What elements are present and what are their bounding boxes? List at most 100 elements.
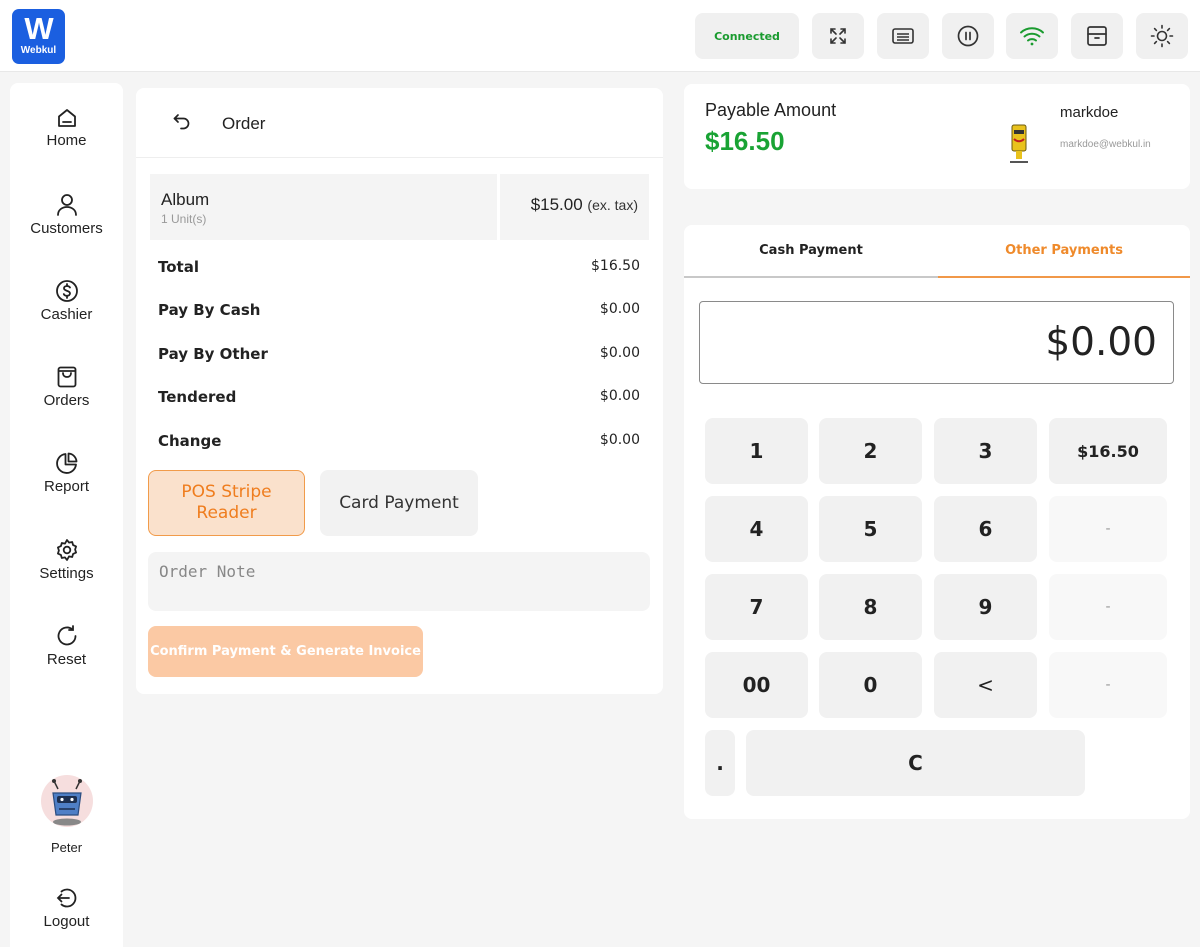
order-header: Order [136, 88, 663, 158]
summary-value: $16.50 [591, 258, 640, 274]
customer-avatar-icon [1010, 124, 1028, 163]
item-price-cell: $15.00 (ex. tax) [500, 174, 649, 240]
keypad-00[interactable]: 00 [705, 652, 808, 718]
card-payment-button[interactable]: Card Payment [320, 470, 478, 536]
gear-icon [56, 539, 77, 561]
keypad-0[interactable]: 0 [819, 652, 922, 718]
clear-button[interactable]: C [746, 730, 1085, 796]
summary-label: Pay By Cash [158, 301, 261, 319]
sidebar-item-cashier[interactable]: Cashier [10, 279, 123, 323]
bag-icon [57, 366, 76, 388]
item-tax-note: (ex. tax) [587, 197, 638, 213]
summary-value: $0.00 [599, 432, 640, 448]
item-price: $15.00 (ex. tax) [531, 195, 638, 215]
quick-amount-empty[interactable]: - [1049, 652, 1167, 718]
fullscreen-icon [830, 28, 846, 44]
webkul-logo[interactable]: W Webkul [12, 9, 65, 64]
sidebar-item-label: Cashier [40, 306, 93, 323]
amount-display[interactable]: $0.00 [699, 301, 1174, 384]
user-name: Peter [50, 840, 83, 855]
keypad-2[interactable]: 2 [819, 418, 922, 484]
customer-email: markdoe@webkul.in [1060, 139, 1151, 150]
keypad-dot[interactable]: . [705, 730, 735, 796]
summary-row-pay-by-other: Pay By Other $0.00 [158, 345, 640, 367]
keypad-7[interactable]: 7 [705, 574, 808, 640]
pos-stripe-reader-button[interactable]: POS Stripe Reader [148, 470, 305, 536]
summary-row-tendered: Tendered $0.00 [158, 388, 640, 410]
sidebar-item-settings[interactable]: Settings [10, 538, 123, 582]
payable-card: Payable Amount $16.50 markdoe markdoe@we… [684, 84, 1190, 189]
wifi-button[interactable] [1006, 13, 1058, 59]
pause-icon [957, 25, 979, 47]
sidebar-item-home[interactable]: Home [10, 107, 123, 149]
payable-label: Payable Amount [705, 100, 837, 120]
summary-row-change: Change $0.00 [158, 432, 640, 454]
sidebar-item-label: Customers [30, 220, 103, 237]
robot-avatar-icon [52, 779, 82, 826]
summary-value: $0.00 [599, 388, 640, 404]
logo-text: Webkul [20, 45, 57, 56]
tab-cash-payment[interactable]: Cash Payment [684, 225, 938, 278]
order-item-row[interactable]: Album 1 Unit(s) $15.00 (ex. tax) [150, 174, 649, 240]
sidebar-item-orders[interactable]: Orders [10, 365, 123, 409]
keypad-8[interactable]: 8 [819, 574, 922, 640]
payable-amount: $16.50 [705, 126, 785, 156]
item-units: 1 Unit(s) [161, 212, 207, 226]
sidebar-item-report[interactable]: Report [10, 451, 123, 495]
summary-label: Pay By Other [158, 345, 268, 363]
quick-amount-empty[interactable]: - [1049, 574, 1167, 640]
summary-label: Total [158, 258, 199, 276]
confirm-payment-button[interactable]: Confirm Payment & Generate Invoice [148, 626, 423, 677]
user-icon [56, 194, 77, 216]
sidebar: Home Customers Cashier Orders Report Set… [10, 83, 123, 947]
item-price-value: $15.00 [530, 195, 583, 214]
keypad-5[interactable]: 5 [819, 496, 922, 562]
quick-amount-button[interactable]: $16.50 [1049, 418, 1167, 484]
item-name-cell: Album 1 Unit(s) [150, 174, 497, 240]
fullscreen-button[interactable] [812, 13, 864, 59]
quick-amount-empty[interactable]: - [1049, 496, 1167, 562]
pause-button[interactable] [942, 13, 994, 59]
logout-icon [56, 888, 76, 908]
payment-panel: Cash Payment Other Payments $0.00 1 2 3 … [684, 225, 1190, 819]
order-note-input[interactable] [148, 552, 650, 611]
home-icon [57, 109, 76, 127]
pie-chart-icon [55, 452, 77, 474]
wifi-icon [1020, 27, 1044, 46]
summary-row-pay-by-cash: Pay By Cash $0.00 [158, 301, 640, 323]
keypad-9[interactable]: 9 [934, 574, 1037, 640]
dollar-icon [55, 280, 78, 302]
refresh-icon [57, 625, 76, 646]
summary-row-total: Total $16.50 [158, 258, 640, 280]
tab-other-payments[interactable]: Other Payments [938, 225, 1190, 278]
amount-display-value: $0.00 [1045, 320, 1157, 365]
customer-name: markdoe [1060, 104, 1119, 121]
keypad-3[interactable]: 3 [934, 418, 1037, 484]
item-name: Album [161, 190, 210, 209]
logout-button[interactable]: Logout [10, 886, 123, 930]
sidebar-item-label: Settings [39, 565, 94, 582]
sidebar-item-customers[interactable]: Customers [10, 193, 123, 237]
back-icon[interactable] [172, 112, 192, 132]
summary-label: Change [158, 432, 222, 450]
sidebar-item-label: Report [43, 478, 90, 495]
keyboard-button[interactable] [877, 13, 929, 59]
summary-value: $0.00 [599, 301, 640, 317]
sidebar-item-reset[interactable]: Reset [10, 624, 123, 668]
cash-drawer-button[interactable] [1071, 13, 1123, 59]
keypad-4[interactable]: 4 [705, 496, 808, 562]
keypad-1[interactable]: 1 [705, 418, 808, 484]
user-avatar[interactable] [41, 775, 93, 827]
drawer-icon [1087, 26, 1107, 46]
top-bar: W Webkul Connected [0, 0, 1200, 72]
connection-status-badge[interactable]: Connected [695, 13, 799, 59]
theme-toggle-button[interactable] [1136, 13, 1188, 59]
sidebar-item-label: Home [46, 132, 87, 149]
summary-label: Tendered [158, 388, 237, 406]
brightness-icon [1150, 24, 1174, 48]
backspace-button[interactable]: < [934, 652, 1037, 718]
sidebar-item-label: Reset [46, 651, 87, 668]
summary-value: $0.00 [599, 345, 640, 361]
logout-label: Logout [43, 913, 90, 930]
keypad-6[interactable]: 6 [934, 496, 1037, 562]
